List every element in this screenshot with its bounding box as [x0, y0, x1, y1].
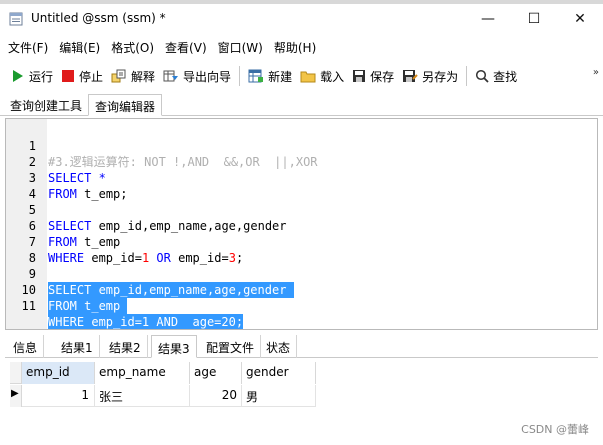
- menu-bar: 文件(F) 编辑(E) 格式(O) 查看(V) 窗口(W) 帮助(H): [0, 36, 603, 58]
- row-pointer-icon: ▶: [11, 388, 19, 399]
- save-button[interactable]: 保存: [349, 64, 397, 88]
- table-cell[interactable]: 20: [190, 385, 242, 407]
- explain-icon: [111, 69, 126, 83]
- toolbar-separator: [466, 66, 468, 86]
- tab-info[interactable]: 信息: [7, 335, 45, 358]
- explain-button[interactable]: 解释: [108, 64, 158, 88]
- code-line: 8: [28, 251, 36, 265]
- tab-result-3[interactable]: 结果3: [151, 335, 197, 358]
- editor-mode-tabs: 查询创建工具 查询编辑器: [0, 92, 603, 116]
- result-tabs: 信息 结果1 结果2 结果3 配置文件 状态: [5, 334, 598, 358]
- menu-help[interactable]: 帮助(H): [274, 39, 316, 56]
- title-bar: Untitled @ssm (ssm) * — ☐ ✕: [0, 4, 603, 34]
- tab-query-editor[interactable]: 查询编辑器: [88, 94, 163, 116]
- maximize-button[interactable]: ☐: [511, 4, 557, 34]
- toolbar-overflow-chevron[interactable]: »: [593, 67, 599, 78]
- menu-edit[interactable]: 编辑(E): [59, 39, 100, 56]
- close-button[interactable]: ✕: [557, 4, 603, 34]
- column-header-emp-id[interactable]: emp_id: [22, 362, 95, 384]
- column-header-emp-name[interactable]: emp_name: [95, 362, 190, 384]
- play-icon: [13, 70, 23, 82]
- export-wizard-button[interactable]: 导出向导: [160, 64, 234, 88]
- code-line: 1 #3.逻辑运算符: NOT !,AND &&,OR ||,XOR: [28, 139, 318, 169]
- tab-result-2[interactable]: 结果2: [103, 335, 148, 358]
- column-header-age[interactable]: age: [190, 362, 242, 384]
- tab-result-1[interactable]: 结果1: [55, 335, 100, 358]
- search-icon: [476, 69, 489, 83]
- menu-window[interactable]: 窗口(W): [218, 39, 263, 56]
- menu-format[interactable]: 格式(O): [111, 39, 154, 56]
- folder-icon: [300, 71, 316, 83]
- code-line-selected: 9 SELECT emp_id,emp_name,age,gender: [28, 267, 294, 298]
- code-line: 7 WHERE emp_id=1 OR emp_id=3;: [28, 235, 244, 265]
- column-header-gender[interactable]: gender: [242, 362, 316, 384]
- tab-profile[interactable]: 配置文件: [200, 335, 262, 358]
- code-text: FROM t_emp: [48, 298, 128, 314]
- load-button[interactable]: 载入: [297, 64, 347, 88]
- stop-button[interactable]: 停止: [58, 64, 106, 88]
- save-as-icon: [403, 70, 418, 82]
- code-line: 6 FROM t_emp: [28, 219, 121, 249]
- code-line-selected: 10 FROM t_emp: [21, 283, 128, 314]
- new-button[interactable]: 新建: [245, 64, 295, 88]
- table-cell[interactable]: 1: [22, 385, 95, 407]
- find-button[interactable]: 查找: [472, 64, 520, 88]
- window-title: Untitled @ssm (ssm) *: [31, 11, 166, 25]
- menu-file[interactable]: 文件(F): [8, 39, 48, 56]
- code-line: 5 SELECT emp_id,emp_name,age,gender: [28, 203, 287, 233]
- stop-icon: [62, 70, 75, 82]
- code-line: 3 FROM t_emp;: [28, 171, 128, 201]
- row-marker[interactable]: ▶: [10, 385, 22, 407]
- code-line: 2 SELECT *: [28, 155, 106, 185]
- sql-editor[interactable]: 1 #3.逻辑运算符: NOT !,AND &&,OR ||,XOR 2 SEL…: [5, 118, 598, 330]
- tab-query-builder[interactable]: 查询创建工具: [4, 94, 88, 116]
- export-icon: [163, 70, 179, 82]
- toolbar: 运行 停止 解释 导出向导 新建 载入 保存 另存为 查找 »: [0, 62, 603, 90]
- minimize-button[interactable]: —: [465, 4, 511, 34]
- table-cell[interactable]: 男: [242, 385, 316, 407]
- toolbar-separator: [239, 66, 241, 86]
- document-icon: [9, 12, 23, 26]
- code-text: WHERE emp_id=1 AND age=20;: [48, 314, 244, 329]
- code-line-selected: 11 WHERE emp_id=1 AND age=20;: [21, 299, 244, 329]
- grid-corner: [10, 362, 22, 384]
- run-button[interactable]: 运行: [8, 64, 56, 88]
- save-icon: [353, 70, 366, 82]
- code-line: 4: [28, 187, 36, 201]
- save-as-button[interactable]: 另存为: [399, 64, 461, 88]
- new-query-icon: [248, 69, 264, 83]
- menu-view[interactable]: 查看(V): [165, 39, 207, 56]
- watermark: CSDN @蕾峰: [521, 423, 589, 436]
- tab-status[interactable]: 状态: [260, 335, 298, 358]
- table-cell[interactable]: 张三: [95, 385, 190, 407]
